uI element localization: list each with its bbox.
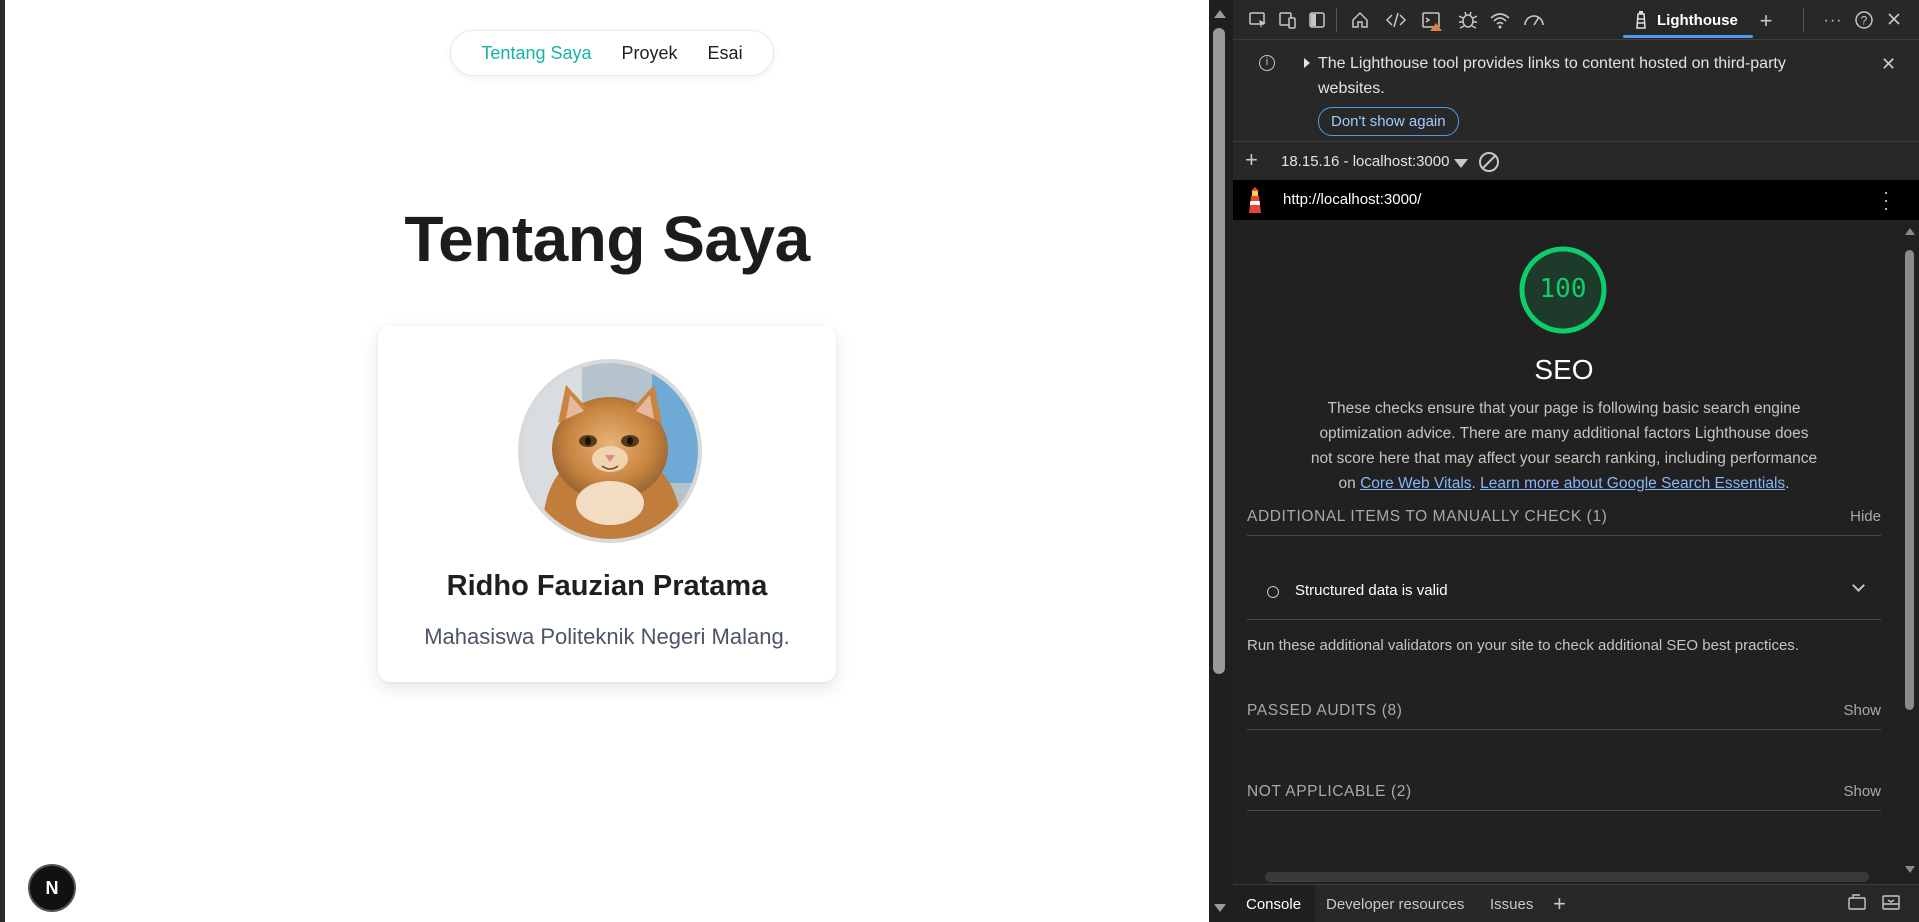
report-scrollbar[interactable] <box>1900 220 1919 884</box>
report-url: http://localhost:3000/ <box>1283 191 1422 208</box>
devtools-drawer: Console Developer resources Issues + <box>1233 884 1919 922</box>
device-emulation-icon[interactable] <box>1277 10 1299 32</box>
category-description: These checks ensure that your page is fo… <box>1310 400 1818 492</box>
elements-icon[interactable] <box>1385 10 1407 32</box>
not-applicable-group-header[interactable]: NOT APPLICABLE (2) Show <box>1247 771 1881 811</box>
scroll-up-arrow-icon[interactable] <box>1214 10 1226 18</box>
close-drawer-icon[interactable] <box>1881 894 1901 917</box>
inspect-icon[interactable] <box>1247 10 1269 32</box>
help-icon[interactable]: ? <box>1853 10 1875 32</box>
more-options-icon[interactable]: ··· <box>1822 10 1844 32</box>
group-title: ADDITIONAL ITEMS TO MANUALLY CHECK (1) <box>1247 508 1608 525</box>
console-icon[interactable] <box>1421 10 1443 32</box>
group-title: NOT APPLICABLE (2) <box>1247 783 1412 800</box>
scroll-down-arrow-icon[interactable] <box>1905 866 1915 873</box>
scroll-up-arrow-icon[interactable] <box>1905 228 1915 235</box>
nav-link-esai[interactable]: Esai <box>708 43 743 64</box>
profile-avatar <box>518 359 702 543</box>
welcome-home-icon[interactable] <box>1349 10 1371 32</box>
profile-name: Ridho Fauzian Pratama <box>446 570 768 602</box>
svg-text:?: ? <box>1861 14 1868 28</box>
nav-link-tentang-saya[interactable]: Tentang Saya <box>481 43 591 64</box>
hide-toggle[interactable]: Hide <box>1850 508 1881 525</box>
dock-drawer-icon[interactable] <box>1847 894 1867 917</box>
performance-icon[interactable] <box>1523 10 1545 32</box>
lighthouse-icon <box>1636 11 1646 29</box>
show-toggle[interactable]: Show <box>1843 783 1881 800</box>
report-selector[interactable]: 18.15.16 - localhost:3000 <box>1281 153 1449 170</box>
tab-lighthouse[interactable]: Lighthouse <box>1623 0 1753 40</box>
report-url-bar: http://localhost:3000/ · · · <box>1233 180 1919 220</box>
drawer-tab-issues[interactable]: Issues <box>1490 896 1533 913</box>
web-page: Tentang Saya Proyek Esai Tentang Saya Ri… <box>0 0 1209 922</box>
sources-icon[interactable] <box>1457 10 1479 32</box>
group-title: PASSED AUDITS (8) <box>1247 702 1403 719</box>
network-icon[interactable] <box>1489 10 1511 32</box>
audit-structured-data[interactable]: Structured data is valid <box>1247 562 1881 620</box>
report-menu-icon[interactable]: · · · <box>1883 183 1889 217</box>
chevron-down-icon[interactable] <box>1852 579 1865 592</box>
show-toggle[interactable]: Show <box>1843 702 1881 719</box>
learn-more-link[interactable]: Learn more about Google Search Essential… <box>1480 475 1785 492</box>
devtools-panel: Lighthouse + ··· ? i The Lighthouse tool… <box>1233 0 1919 922</box>
dont-show-again-button[interactable]: Don't show again <box>1318 107 1459 136</box>
tab-lighthouse-label: Lighthouse <box>1657 12 1738 29</box>
lighthouse-report: 100 SEO These checks ensure that your pa… <box>1233 220 1919 884</box>
manual-check-description: Run these additional validators on your … <box>1247 637 1799 654</box>
new-report-plus-icon[interactable]: + <box>1245 147 1258 173</box>
dock-icon[interactable] <box>1306 10 1328 32</box>
chevron-down-icon[interactable] <box>1454 159 1468 168</box>
info-bar-message: The Lighthouse tool provides links to co… <box>1318 55 1786 97</box>
cat-photo-icon <box>522 363 698 539</box>
manual-audit-circle-icon <box>1267 586 1279 598</box>
profile-description: Mahasiswa Politeknik Negeri Malang. <box>424 624 790 649</box>
info-icon: i <box>1259 55 1275 71</box>
score-value: 100 <box>1539 274 1587 304</box>
horizontal-scrollbar[interactable] <box>1265 872 1869 882</box>
close-devtools-icon[interactable] <box>1883 10 1905 32</box>
scroll-down-arrow-icon[interactable] <box>1214 904 1226 912</box>
page-title: Tentang Saya <box>404 203 810 275</box>
passed-audits-group-header[interactable]: PASSED AUDITS (8) Show <box>1247 690 1881 730</box>
manual-check-group-header[interactable]: ADDITIONAL ITEMS TO MANUALLY CHECK (1) H… <box>1247 496 1881 536</box>
lighthouse-run-bar: + 18.15.16 - localhost:3000 <box>1233 144 1919 180</box>
lighthouse-logo-icon <box>1249 187 1261 213</box>
core-web-vitals-link[interactable]: Core Web Vitals <box>1360 475 1471 492</box>
page-scrollbar-thumb[interactable] <box>1213 28 1225 674</box>
devtools-toolbar: Lighthouse + ··· ? <box>1233 0 1919 40</box>
drawer-tab-console[interactable]: Console <box>1246 896 1301 913</box>
profile-card: Ridho Fauzian Pratama Mahasiswa Politekn… <box>378 326 836 682</box>
expand-triangle-icon[interactable] <box>1304 58 1310 68</box>
info-bar: i The Lighthouse tool provides links to … <box>1233 40 1919 142</box>
close-icon[interactable]: ✕ <box>1881 54 1896 75</box>
category-title: SEO <box>1534 354 1594 385</box>
drawer-tab-developer-resources[interactable]: Developer resources <box>1326 896 1464 913</box>
page-scrollbar[interactable] <box>1209 0 1233 922</box>
clear-reports-icon[interactable] <box>1479 152 1499 172</box>
audit-title: Structured data is valid <box>1295 582 1448 599</box>
nav-link-proyek[interactable]: Proyek <box>622 43 678 64</box>
add-drawer-tab-plus-icon[interactable]: + <box>1553 891 1566 917</box>
report-scrollbar-thumb[interactable] <box>1905 250 1914 710</box>
more-tabs-plus-icon[interactable]: + <box>1755 10 1777 32</box>
top-navigation: Tentang Saya Proyek Esai <box>450 30 774 76</box>
nextjs-dev-indicator-button[interactable]: N <box>28 864 76 912</box>
